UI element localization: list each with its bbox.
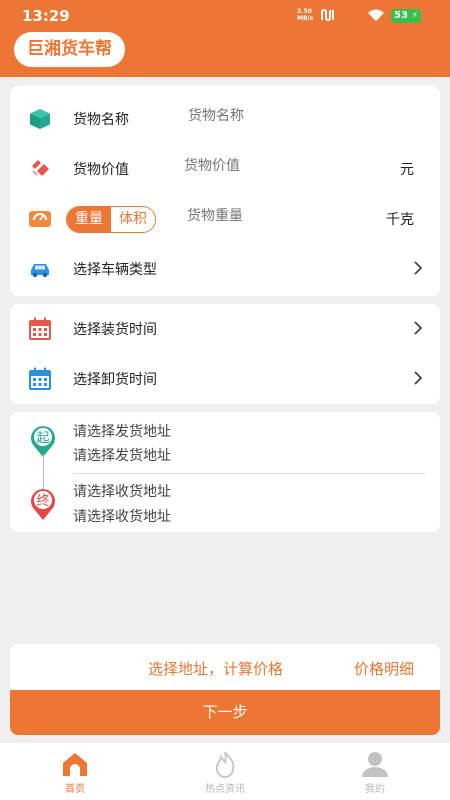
price-detail-link[interactable]: 价格明细 (354, 658, 414, 679)
status-bar: 13:29 3.50 MB/s 53 ⚡ (0, 0, 450, 32)
cargo-value-label: 货物价值 (73, 162, 129, 178)
unload-time-label: 选择卸货时间 (73, 372, 157, 388)
status-time: 13:29 (22, 7, 70, 25)
battery-indicator: 53 ⚡ (391, 9, 421, 23)
cargo-value-input[interactable] (184, 158, 334, 174)
unload-time-row[interactable]: 选择卸货时间 (10, 354, 440, 404)
tab-hot-news[interactable]: 热点资讯 (150, 743, 300, 800)
network-speed-unit: MB/s (297, 15, 314, 22)
wifi-icon (368, 9, 384, 21)
address-divider (73, 473, 425, 474)
app-title-badge: 巨湘货车帮 (14, 32, 125, 67)
tab-home-label: 首页 (65, 784, 85, 795)
address-card: 起 终 请选择发货地址 请选择发货地址 请选择收货地址 请选择收货地址 (10, 412, 440, 532)
schedule-card: 选择装货时间 选择卸货时间 (10, 304, 440, 404)
nfc-icon (321, 9, 334, 21)
network-speed: 3.50 MB/s (297, 8, 313, 22)
bottom-tab-bar: 首页 热点资讯 我的 (0, 743, 450, 800)
price-bar: 选择地址，计算价格 价格明细 (10, 644, 440, 692)
chevron-right-icon (414, 321, 422, 335)
end-address-subtitle[interactable]: 请选择收货地址 (73, 506, 171, 526)
start-address-title[interactable]: 请选择发货地址 (73, 421, 171, 441)
weight-volume-toggle: 重量 体积 (66, 206, 156, 233)
load-time-row[interactable]: 选择装货时间 (10, 304, 440, 354)
cargo-name-label: 货物名称 (73, 112, 129, 128)
end-pin-icon: 终 (31, 489, 55, 520)
start-address-subtitle[interactable]: 请选择发货地址 (73, 445, 171, 465)
calendar-icon (29, 317, 51, 340)
flame-icon (215, 751, 235, 778)
cargo-info-card: 货物名称 货物价值 元 重量 体积 千克 选择车辆类 (10, 86, 440, 296)
vehicle-type-row[interactable]: 选择车辆类型 (10, 244, 440, 294)
home-icon (63, 753, 87, 776)
end-badge: 终 (36, 493, 49, 509)
scale-icon (29, 211, 51, 227)
battery-level: 53 (394, 10, 408, 21)
cargo-weight-input[interactable] (187, 208, 337, 224)
cargo-value-unit: 元 (400, 162, 414, 178)
cargo-value-row: 货物价值 元 (10, 144, 440, 194)
value-tag-icon (32, 160, 49, 176)
car-icon (31, 264, 49, 278)
volume-option[interactable]: 体积 (111, 207, 155, 232)
cargo-name-input[interactable] (188, 108, 338, 124)
route-connector (43, 454, 44, 490)
calendar-icon (29, 367, 51, 390)
cargo-weight-row: 重量 体积 千克 (10, 194, 440, 244)
cargo-weight-unit: 千克 (386, 212, 414, 228)
next-step-button[interactable]: 下一步 (10, 690, 440, 735)
user-icon (362, 752, 388, 777)
network-speed-value: 3.50 (297, 8, 312, 15)
start-badge: 起 (36, 431, 49, 446)
chevron-right-icon (414, 371, 422, 385)
chevron-right-icon (414, 261, 422, 275)
end-address-title[interactable]: 请选择收货地址 (73, 481, 171, 501)
tab-mine-label: 我的 (365, 784, 385, 795)
price-calc-text: 选择地址，计算价格 (148, 660, 284, 678)
weight-option[interactable]: 重量 (67, 207, 111, 232)
load-time-label: 选择装货时间 (73, 322, 157, 338)
tab-mine[interactable]: 我的 (300, 743, 450, 800)
vehicle-type-label: 选择车辆类型 (73, 262, 157, 278)
charging-icon: ⚡ (411, 11, 418, 21)
cargo-name-row: 货物名称 (10, 94, 440, 144)
box-icon (30, 109, 50, 129)
tab-home[interactable]: 首页 (0, 743, 150, 800)
start-pin-icon: 起 (31, 426, 55, 457)
app-header: 13:29 3.50 MB/s 53 ⚡ 巨湘货车帮 (0, 0, 450, 77)
tab-hot-news-label: 热点资讯 (205, 784, 245, 795)
